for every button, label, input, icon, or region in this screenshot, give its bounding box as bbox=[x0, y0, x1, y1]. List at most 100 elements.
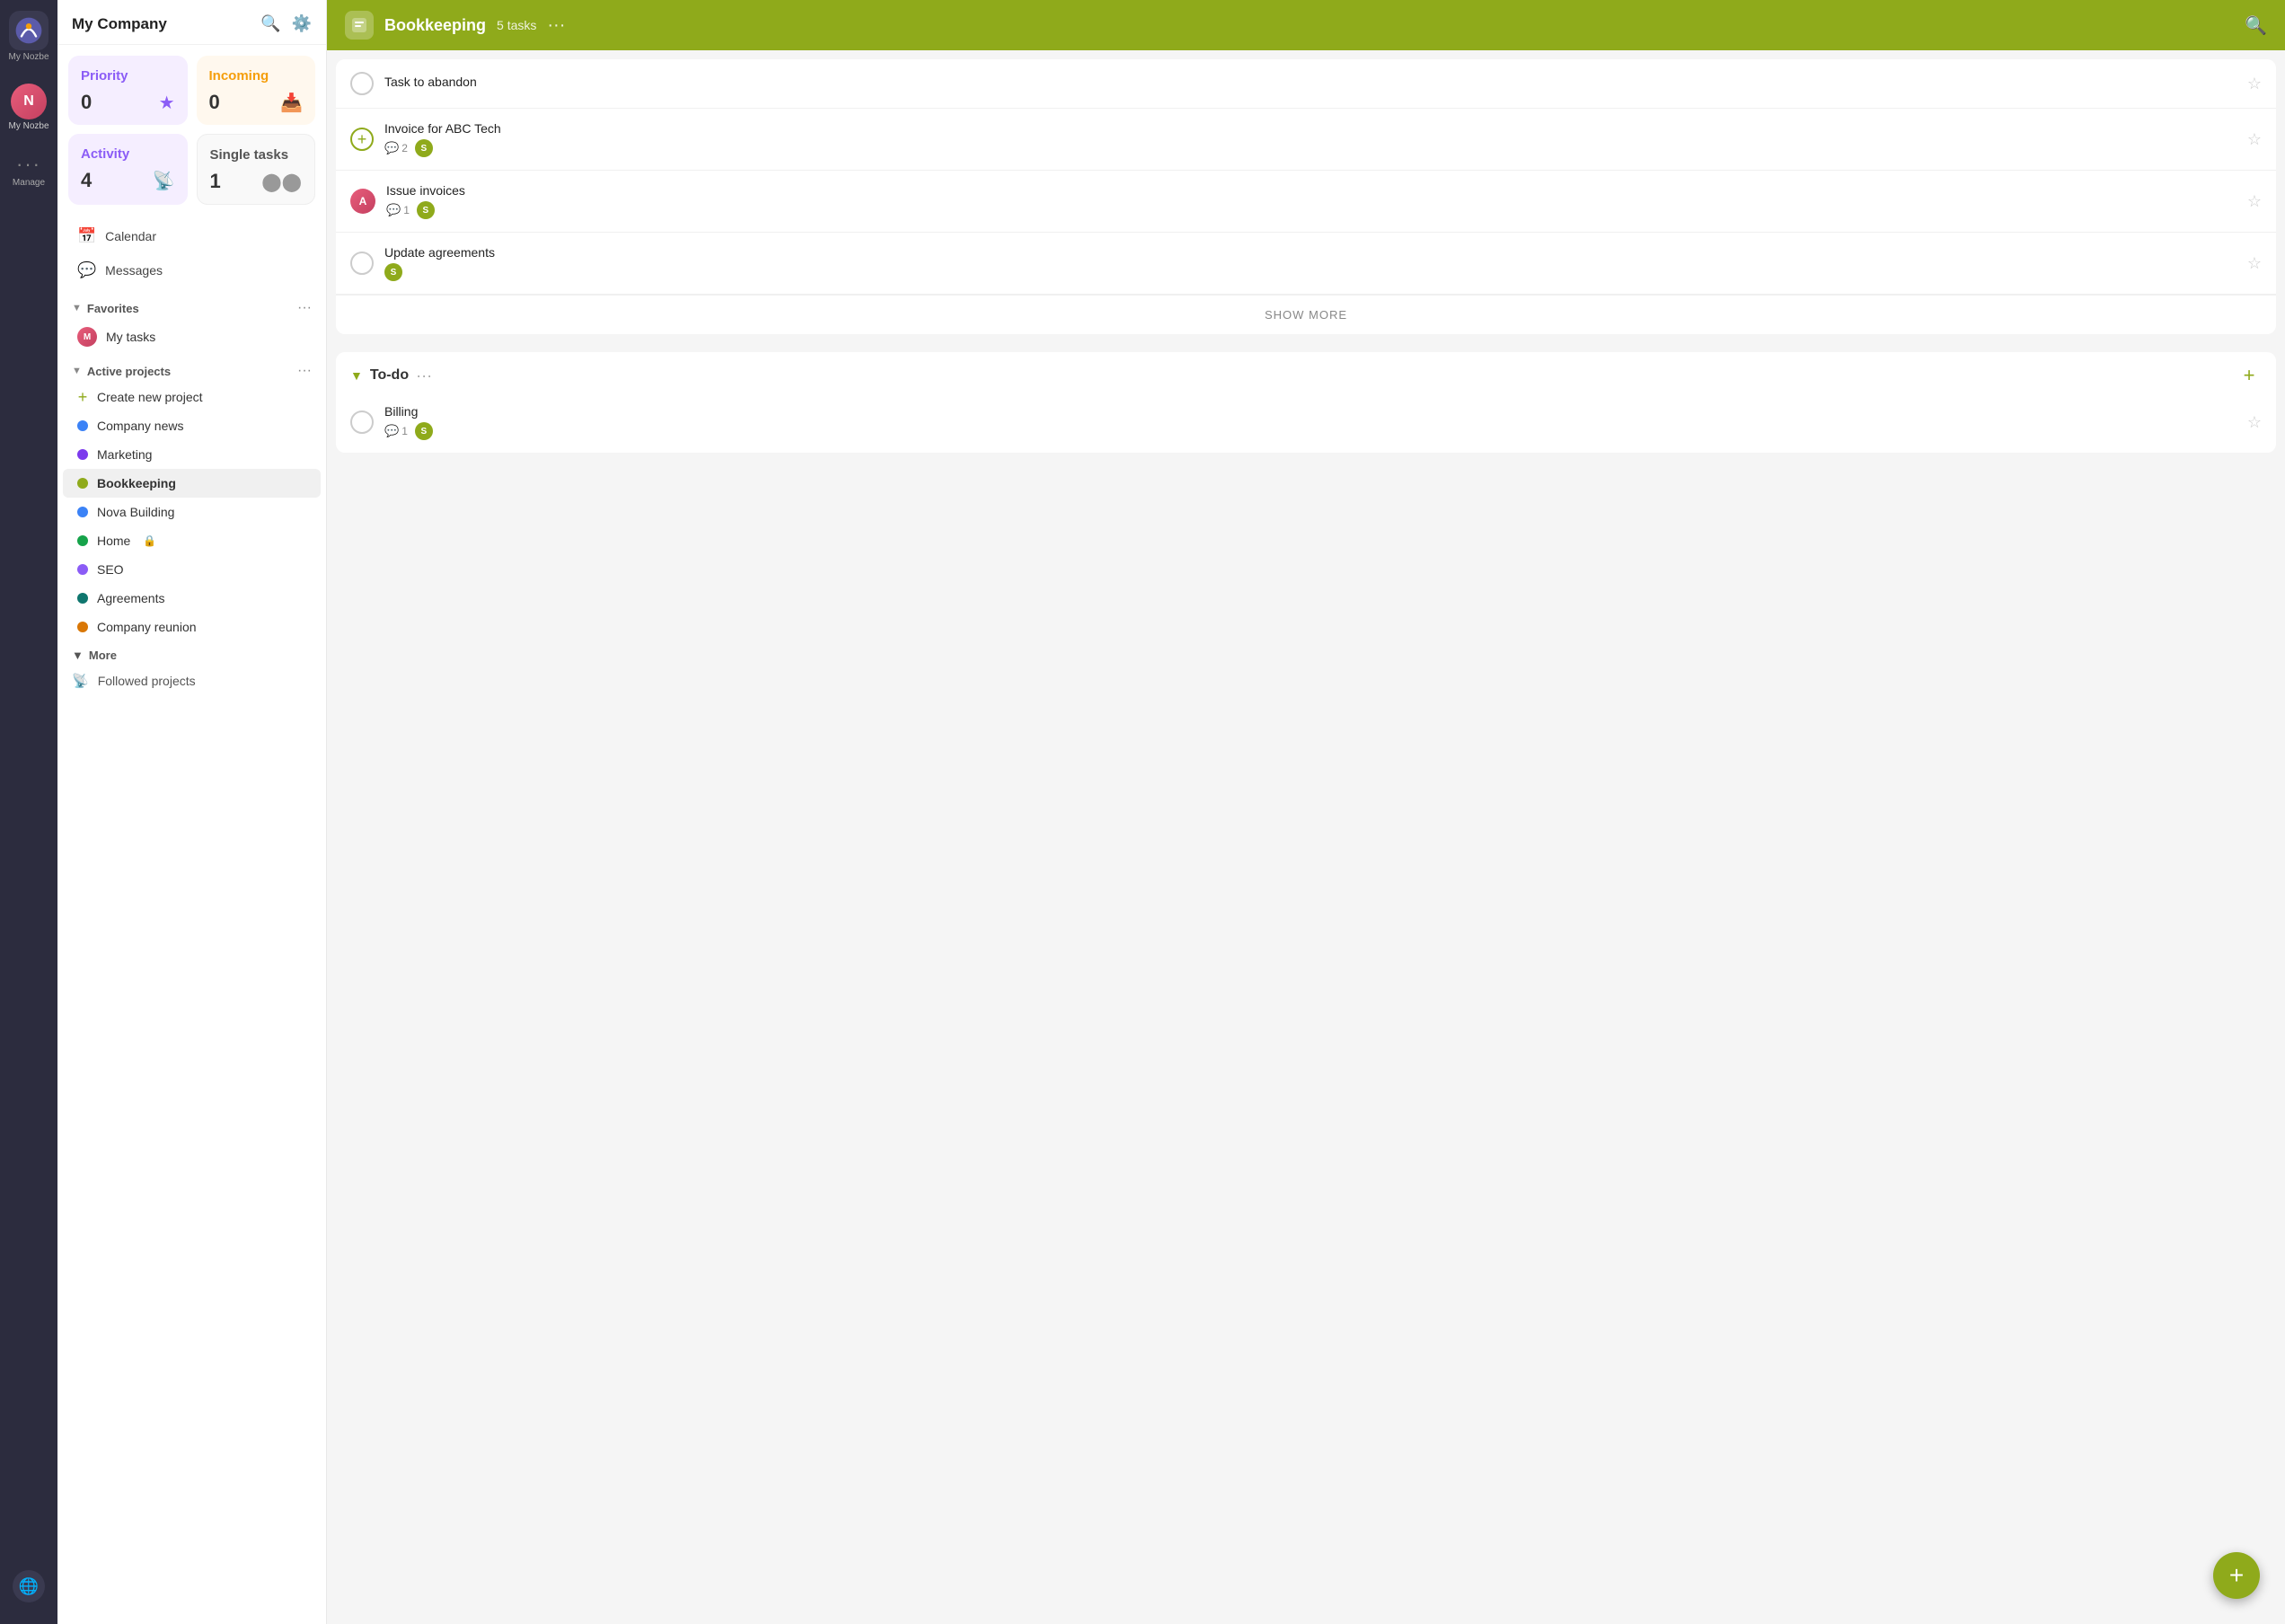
active-projects-section-header[interactable]: ▼ Active projects ··· bbox=[57, 354, 326, 383]
marketing-dot bbox=[77, 449, 88, 460]
table-row[interactable]: Task to abandon ☆ bbox=[336, 59, 2276, 109]
sidebar-header: My Company 🔍 ⚙️ bbox=[57, 0, 326, 45]
create-project-label: Create new project bbox=[97, 390, 203, 404]
single-tasks-card[interactable]: Single tasks 1 ⬤⬤ bbox=[197, 134, 316, 205]
todo-add-button[interactable]: + bbox=[2236, 363, 2262, 388]
header-options-icon[interactable]: ··· bbox=[547, 15, 565, 36]
task-3-comment-count: 1 bbox=[403, 204, 410, 216]
task-3-comment-icon: 💬 bbox=[386, 203, 401, 217]
icon-bar: My Nozbe N My Nozbe ··· Manage 🌐 bbox=[0, 0, 57, 1624]
activity-card-count: 4 bbox=[81, 169, 92, 192]
activity-card[interactable]: Activity 4 📡 bbox=[68, 134, 188, 205]
add-task-fab[interactable]: + bbox=[2213, 1552, 2260, 1599]
create-new-project-button[interactable]: + Create new project bbox=[63, 383, 321, 411]
task-2-content: Invoice for ABC Tech 💬 2 S bbox=[384, 121, 2236, 157]
sidebar-header-icons: 🔍 ⚙️ bbox=[260, 14, 312, 33]
more-text: More bbox=[89, 649, 117, 662]
task-4-star[interactable]: ☆ bbox=[2247, 254, 2262, 273]
task-1-star[interactable]: ☆ bbox=[2247, 75, 2262, 93]
more-arrow-icon: ▼ bbox=[72, 649, 84, 662]
task-4-content: Update agreements S bbox=[384, 245, 2236, 281]
todo-options-icon[interactable]: ··· bbox=[416, 366, 432, 385]
more-label[interactable]: ▼ More bbox=[72, 649, 312, 662]
task-2-comments: 💬 2 bbox=[384, 141, 408, 155]
task-checkbox-4[interactable] bbox=[350, 252, 374, 275]
sidebar-item-bookkeeping[interactable]: Bookkeeping bbox=[63, 469, 321, 498]
main-header: Bookkeeping 5 tasks ··· 🔍 bbox=[327, 0, 2285, 50]
sidebar-item-agreements[interactable]: Agreements bbox=[63, 584, 321, 613]
header-search-icon[interactable]: 🔍 bbox=[2245, 14, 2267, 37]
task-checkbox-2[interactable]: + bbox=[350, 128, 374, 151]
company-name: My Company bbox=[72, 15, 167, 33]
task-5-star[interactable]: ☆ bbox=[2247, 413, 2262, 432]
dashboard-cards: Priority 0 ★ Incoming 0 📥 Activity 4 📡 S… bbox=[57, 45, 326, 216]
single-tasks-icon: ⬤⬤ bbox=[261, 171, 302, 193]
sidebar-item-company-reunion[interactable]: Company reunion bbox=[63, 613, 321, 641]
nova-building-label: Nova Building bbox=[97, 505, 174, 519]
sidebar-item-calendar[interactable]: 📅 Calendar bbox=[63, 219, 321, 253]
manage-item[interactable]: ··· Manage bbox=[13, 153, 45, 188]
task-3-title: Issue invoices bbox=[386, 183, 2236, 198]
manage-dots-icon: ··· bbox=[16, 153, 41, 176]
globe-button[interactable]: 🌐 bbox=[13, 1570, 45, 1602]
table-row[interactable]: A Issue invoices 💬 1 S ☆ bbox=[336, 171, 2276, 233]
task-5-content: Billing 💬 1 S bbox=[384, 404, 2236, 440]
sidebar-search-button[interactable]: 🔍 bbox=[260, 14, 280, 33]
followed-projects-label: Followed projects bbox=[98, 674, 196, 688]
my-nozbe-avatar-item[interactable]: N My Nozbe bbox=[8, 84, 49, 131]
sidebar-item-home[interactable]: Home 🔒 bbox=[63, 526, 321, 555]
task-3-star[interactable]: ☆ bbox=[2247, 192, 2262, 211]
company-news-label: Company news bbox=[97, 419, 184, 433]
task-checkbox-5[interactable] bbox=[350, 410, 374, 434]
header-project-icon bbox=[345, 11, 374, 40]
active-projects-more-icon[interactable]: ··· bbox=[297, 363, 312, 379]
favorites-list: M My tasks bbox=[57, 320, 326, 354]
active-projects-label: Active projects bbox=[87, 365, 171, 378]
incoming-card-title: Incoming bbox=[209, 68, 304, 84]
more-section: ▼ More bbox=[57, 641, 326, 666]
task-checkbox-1[interactable] bbox=[350, 72, 374, 95]
task-4-meta: S bbox=[384, 263, 2236, 281]
manage-label: Manage bbox=[13, 178, 45, 188]
show-more-button[interactable]: SHOW MORE bbox=[336, 295, 2276, 334]
todo-collapse-arrow[interactable]: ▼ bbox=[350, 368, 363, 383]
incoming-card-count: 0 bbox=[209, 91, 220, 114]
sidebar-item-seo[interactable]: SEO bbox=[63, 555, 321, 584]
task-2-star[interactable]: ☆ bbox=[2247, 130, 2262, 149]
app-logo[interactable] bbox=[9, 11, 49, 50]
calendar-icon: 📅 bbox=[77, 227, 96, 245]
table-row[interactable]: + Invoice for ABC Tech 💬 2 S ☆ bbox=[336, 109, 2276, 171]
user-avatar[interactable]: N bbox=[11, 84, 47, 119]
task-5-title: Billing bbox=[384, 404, 2236, 419]
sidebar-item-followed-projects[interactable]: 📡 Followed projects bbox=[57, 666, 326, 696]
main-content: Bookkeeping 5 tasks ··· 🔍 Task to abando… bbox=[327, 0, 2285, 1624]
priority-card[interactable]: Priority 0 ★ bbox=[68, 56, 188, 125]
sidebar-item-nova-building[interactable]: Nova Building bbox=[63, 498, 321, 526]
sidebar-item-my-tasks[interactable]: M My tasks bbox=[63, 320, 321, 354]
task-4-user-badge: S bbox=[384, 263, 402, 281]
my-nozbe-label: My Nozbe bbox=[8, 52, 49, 62]
messages-icon: 💬 bbox=[77, 261, 96, 279]
active-projects-arrow-icon: ▼ bbox=[72, 366, 82, 376]
task-3-avatar: A bbox=[350, 189, 375, 214]
bookkeeping-dot bbox=[77, 478, 88, 489]
favorites-more-icon[interactable]: ··· bbox=[297, 300, 312, 316]
todo-task-section: ▼ To-do ··· + Billing 💬 1 S ☆ bbox=[336, 352, 2276, 453]
logo-button[interactable]: My Nozbe bbox=[8, 11, 49, 62]
sidebar-item-messages[interactable]: 💬 Messages bbox=[63, 253, 321, 287]
sidebar-item-marketing[interactable]: Marketing bbox=[63, 440, 321, 469]
home-label: Home bbox=[97, 534, 130, 548]
task-1-title: Task to abandon bbox=[384, 75, 2236, 89]
active-projects-list: + Create new project Company news Market… bbox=[57, 383, 326, 641]
task-3-content: Issue invoices 💬 1 S bbox=[386, 183, 2236, 219]
table-row[interactable]: Billing 💬 1 S ☆ bbox=[336, 392, 2276, 453]
table-row[interactable]: Update agreements S ☆ bbox=[336, 233, 2276, 295]
task-3-comments: 💬 1 bbox=[386, 203, 410, 217]
favorites-section-header[interactable]: ▼ Favorites ··· bbox=[57, 291, 326, 320]
calendar-label: Calendar bbox=[105, 229, 156, 243]
sidebar-settings-button[interactable]: ⚙️ bbox=[292, 14, 312, 33]
incoming-card[interactable]: Incoming 0 📥 bbox=[197, 56, 316, 125]
sidebar-nav: 📅 Calendar 💬 Messages bbox=[57, 216, 326, 291]
task-5-meta: 💬 1 S bbox=[384, 422, 2236, 440]
sidebar-item-company-news[interactable]: Company news bbox=[63, 411, 321, 440]
